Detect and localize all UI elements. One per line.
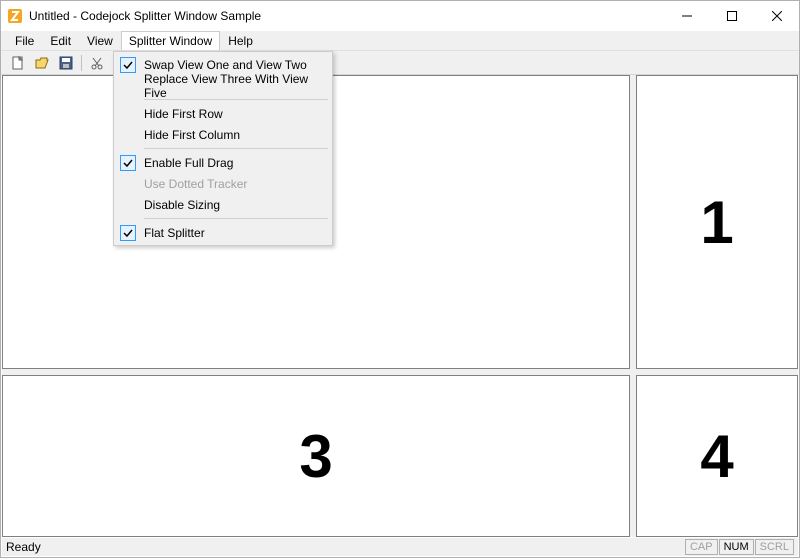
window-title: Untitled - Codejock Splitter Window Samp… <box>29 9 664 23</box>
menu-item-replace-view[interactable]: Replace View Three With View Five <box>116 75 330 96</box>
status-scroll-lock: SCRL <box>755 539 794 555</box>
menu-item-disable-sizing[interactable]: Disable Sizing <box>116 194 330 215</box>
menu-item-label: Hide First Column <box>140 128 330 142</box>
window-controls <box>664 2 799 31</box>
new-file-button[interactable] <box>7 52 29 74</box>
menu-item-label: Flat Splitter <box>140 226 330 240</box>
status-bar: Ready CAP NUM SCRL <box>2 538 798 556</box>
menu-item-label: Use Dotted Tracker <box>140 177 330 191</box>
status-text: Ready <box>6 540 684 554</box>
menu-item-flat-splitter[interactable]: Flat Splitter <box>116 222 330 243</box>
minimize-button[interactable] <box>664 2 709 31</box>
toolbar-separator <box>81 55 82 71</box>
menu-file[interactable]: File <box>7 31 42 50</box>
menu-view[interactable]: View <box>79 31 121 50</box>
pane-top-right[interactable]: 1 <box>636 75 798 369</box>
menu-item-label: Disable Sizing <box>140 198 330 212</box>
save-button[interactable] <box>55 52 77 74</box>
maximize-button[interactable] <box>709 2 754 31</box>
title-bar: Untitled - Codejock Splitter Window Samp… <box>1 1 799 31</box>
menu-splitter-window[interactable]: Splitter Window <box>121 31 220 50</box>
splitter-window-dropdown: Swap View One and View Two Replace View … <box>113 51 333 246</box>
menu-item-hide-first-row[interactable]: Hide First Row <box>116 103 330 124</box>
menu-item-hide-first-column[interactable]: Hide First Column <box>116 124 330 145</box>
check-icon <box>116 57 140 73</box>
menu-item-label: Swap View One and View Two <box>140 58 330 72</box>
menu-separator <box>144 218 328 219</box>
pane-bottom-right[interactable]: 4 <box>636 375 798 537</box>
menu-separator <box>144 148 328 149</box>
open-file-button[interactable] <box>31 52 53 74</box>
status-num-lock: NUM <box>719 539 754 555</box>
menu-bar: File Edit View Splitter Window Help <box>1 31 799 51</box>
close-button[interactable] <box>754 2 799 31</box>
cut-button[interactable] <box>86 52 108 74</box>
pane-bottom-left[interactable]: 3 <box>2 375 630 537</box>
menu-edit[interactable]: Edit <box>42 31 79 50</box>
menu-item-dotted-tracker: Use Dotted Tracker <box>116 173 330 194</box>
menu-item-label: Replace View Three With View Five <box>140 72 330 100</box>
status-caps-lock: CAP <box>685 539 718 555</box>
menu-item-label: Hide First Row <box>140 107 330 121</box>
menu-help[interactable]: Help <box>220 31 261 50</box>
app-icon <box>7 8 23 24</box>
check-icon <box>116 225 140 241</box>
menu-item-label: Enable Full Drag <box>140 156 330 170</box>
menu-item-enable-full-drag[interactable]: Enable Full Drag <box>116 152 330 173</box>
check-icon <box>116 155 140 171</box>
